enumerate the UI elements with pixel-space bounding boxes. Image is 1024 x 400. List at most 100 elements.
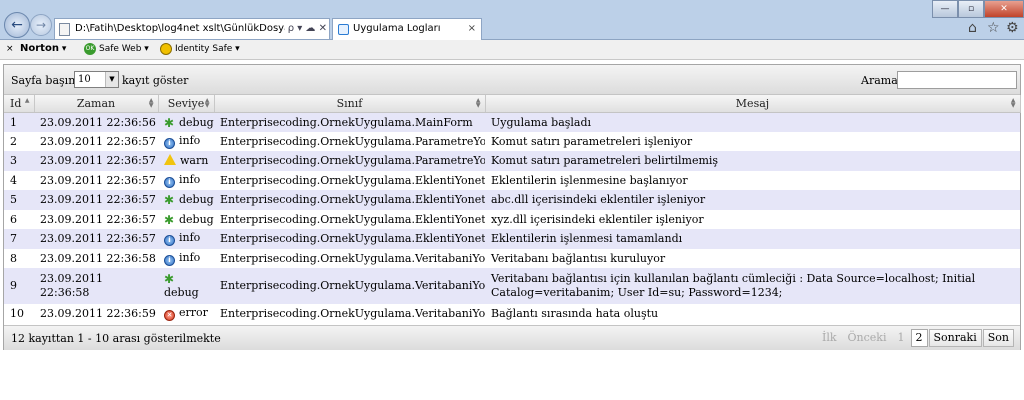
page-2-button[interactable]: 2: [910, 329, 928, 347]
cell-time: 23.09.2011 22:36:57: [34, 190, 158, 210]
page-1-button[interactable]: 1: [893, 329, 910, 347]
table-row[interactable]: 6 23.09.2011 22:36:57 ✱ debug Enterprisec…: [4, 209, 1020, 229]
sort-icon: ▲ ▼: [148, 97, 154, 109]
sort-icon: ▲ ▼: [475, 97, 481, 109]
next-page-button[interactable]: Sonraki: [928, 329, 982, 347]
cell-id: 6: [4, 209, 34, 229]
tools-gear-icon[interactable]: ⚙: [1006, 20, 1019, 36]
cell-message: abc.dll içerisindeki eklentiler işleniyo…: [485, 190, 1020, 210]
cell-message: Uygulama başladı: [485, 112, 1020, 132]
cell-time: 23.09.2011 22:36:57: [34, 209, 158, 229]
cell-class: Enterprisecoding.OrnekUygulama.Veritaban…: [214, 304, 485, 324]
info-icon: i: [164, 137, 175, 149]
browser-titlebar: ← → D:\Fatih\Desktop\log4net xslt\Günlük…: [0, 0, 1024, 40]
safe-web-label: Safe Web: [99, 44, 142, 54]
identity-safe-menu[interactable]: Identity Safe ▾: [160, 40, 240, 58]
level-text: debug: [164, 286, 199, 299]
forward-arrow-icon: →: [35, 18, 47, 32]
cell-class: Enterprisecoding.OrnekUygulama.EklentiYo…: [214, 170, 485, 190]
cell-message: Eklentilerin işlenmesi tamamlandı: [485, 229, 1020, 249]
column-header-id[interactable]: Id ▲: [4, 95, 35, 113]
cell-id: 8: [4, 248, 34, 268]
ie-tab-icon: [338, 24, 349, 35]
back-button[interactable]: ←: [4, 12, 30, 38]
level-text: info: [179, 133, 201, 147]
per-page-suffix: kayıt göster: [122, 74, 189, 87]
norton-logo: Norton: [20, 43, 59, 54]
first-page-button[interactable]: İlk: [817, 329, 842, 347]
tab-uygulama-loglari[interactable]: Uygulama Logları ×: [332, 18, 482, 40]
minimize-button[interactable]: —: [932, 0, 958, 18]
cell-level: i info: [158, 248, 214, 268]
forward-button[interactable]: →: [30, 14, 52, 36]
column-header-message[interactable]: Mesaj ▲ ▼: [485, 95, 1021, 113]
error-icon: ✕: [164, 310, 175, 322]
norton-menu[interactable]: Norton ▾: [20, 40, 66, 58]
table-row[interactable]: 3 23.09.2011 22:36:57 warn Enterprisecod…: [4, 151, 1020, 171]
cell-id: 9: [4, 268, 34, 304]
table-row[interactable]: 9 23.09.2011 22:36:58 ✱debug Enterprisec…: [4, 268, 1020, 304]
toolbar-close-icon[interactable]: ×: [6, 40, 14, 58]
debug-bug-icon: ✱: [164, 212, 175, 227]
cell-id: 5: [4, 190, 34, 210]
address-buttons[interactable]: ρ ▾ ☁ ✕: [284, 19, 327, 39]
cell-level: ✕ error: [158, 304, 214, 324]
column-header-level[interactable]: Seviye ▲ ▼: [158, 95, 215, 113]
cell-class: Enterprisecoding.OrnekUygulama.Parametre…: [214, 131, 485, 151]
tab-title: Uygulama Logları: [353, 23, 441, 34]
cell-message: xyz.dll içerisindeki eklentiler işleniyo…: [485, 209, 1020, 229]
table-row[interactable]: 7 23.09.2011 22:36:57 i info Enterpriseco…: [4, 229, 1020, 249]
cell-id: 1: [4, 112, 34, 132]
cell-time: 23.09.2011 22:36:57: [34, 170, 158, 190]
cell-time: 23.09.2011 22:36:56: [34, 112, 158, 132]
info-icon: i: [164, 235, 175, 247]
level-text: info: [179, 172, 201, 186]
cell-time: 23.09.2011 22:36:58: [34, 248, 158, 268]
per-page-value: 10: [78, 74, 91, 85]
level-text: debug: [179, 193, 214, 207]
tab-close-icon[interactable]: ×: [468, 19, 476, 39]
table-row[interactable]: 1 23.09.2011 22:36:56 ✱ debug Enterprisec…: [4, 112, 1020, 132]
favorites-star-icon[interactable]: ☆: [987, 20, 1000, 36]
cell-message: Komut satırı parametreleri işleniyor: [485, 131, 1020, 151]
cell-message: Bağlantı sırasında hata oluştu: [485, 304, 1020, 324]
debug-bug-icon: ✱: [164, 193, 175, 208]
cell-level: i info: [158, 131, 214, 151]
home-icon[interactable]: ⌂: [968, 20, 977, 36]
cell-time: 23.09.2011 22:36:57: [34, 229, 158, 249]
table-row[interactable]: 5 23.09.2011 22:36:57 ✱ debug Enterprisec…: [4, 190, 1020, 210]
previous-page-button[interactable]: Önceki: [843, 329, 892, 347]
info-icon: i: [164, 176, 175, 188]
table-row[interactable]: 4 23.09.2011 22:36:57 i info Enterpriseco…: [4, 170, 1020, 190]
level-text: info: [179, 250, 201, 264]
table-row[interactable]: 8 23.09.2011 22:36:58 i info Enterpriseco…: [4, 248, 1020, 268]
table-row[interactable]: 10 23.09.2011 22:36:59 ✕ error Enterprise…: [4, 304, 1020, 324]
search-input[interactable]: [897, 71, 1017, 89]
safe-web-menu[interactable]: OK Safe Web ▾: [84, 40, 149, 58]
address-bar[interactable]: D:\Fatih\Desktop\log4net xslt\GünlükDosy…: [54, 18, 330, 40]
table-row[interactable]: 2 23.09.2011 22:36:57 i info Enterpriseco…: [4, 131, 1020, 151]
cell-id: 4: [4, 170, 34, 190]
header-row: Id ▲ Zaman ▲ ▼ Seviye ▲ ▼ Sınıf ▲ ▼ Mesaj ▲ ▼: [4, 95, 1021, 113]
last-page-button[interactable]: Son: [982, 329, 1014, 347]
grid-topbar: Sayfa başına 10 ▼ kayıt göster Arama :: [4, 65, 1020, 95]
safe-web-icon: OK: [84, 42, 96, 55]
chevron-down-icon: ▾: [61, 44, 67, 54]
column-header-time[interactable]: Zaman ▲ ▼: [34, 95, 159, 113]
maximize-button[interactable]: ▫: [958, 0, 984, 18]
cell-message: Eklentilerin işlenmesine başlanıyor: [485, 170, 1020, 190]
level-text: info: [179, 231, 201, 245]
cell-id: 3: [4, 151, 34, 171]
identity-safe-icon: [160, 42, 172, 55]
column-header-class[interactable]: Sınıf ▲ ▼: [214, 95, 486, 113]
column-label: Seviye: [167, 96, 205, 110]
cell-level: i info: [158, 229, 214, 249]
level-text: debug: [179, 212, 214, 226]
per-page-select[interactable]: 10 ▼: [74, 71, 119, 88]
debug-bug-icon: ✱: [164, 115, 175, 130]
column-label: Sınıf: [336, 96, 363, 110]
close-window-button[interactable]: ✕: [984, 0, 1024, 18]
cell-class: Enterprisecoding.OrnekUygulama.Veritaban…: [214, 268, 485, 304]
cell-level: ✱ debug: [158, 209, 214, 229]
chevron-down-icon: ▼: [105, 72, 118, 87]
